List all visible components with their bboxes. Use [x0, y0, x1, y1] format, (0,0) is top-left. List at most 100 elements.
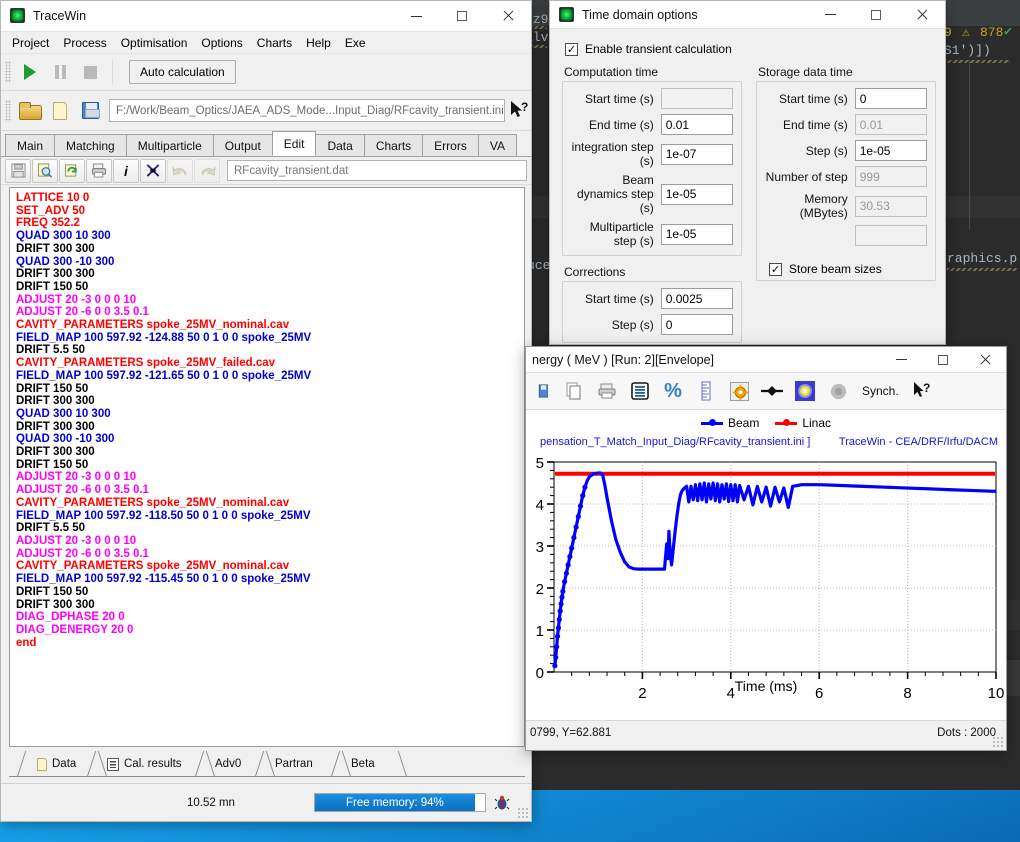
code-line[interactable]: ADJUST 20 -3 0 0 0 10 [16, 294, 524, 307]
enable-transient-checkbox[interactable]: ✓ [565, 43, 578, 56]
code-line[interactable]: DRIFT 300 300 [16, 243, 524, 256]
menu-item-optimisation[interactable]: Optimisation [114, 33, 195, 53]
synch-label[interactable]: Synch. [862, 384, 899, 398]
close-graph-icon[interactable] [140, 159, 166, 183]
code-line[interactable]: FIELD_MAP 100 597.92 -124.88 50 0 1 0 0 … [16, 332, 524, 345]
code-line[interactable]: DRIFT 150 50 [16, 281, 524, 294]
code-line[interactable]: FIELD_MAP 100 597.92 -118.50 50 0 1 0 0 … [16, 510, 524, 523]
tab-edit[interactable]: Edit [272, 131, 317, 156]
file-tab-adv0[interactable]: Adv0 [209, 751, 261, 777]
code-line[interactable]: ADJUST 20 -3 0 0 0 10 [16, 535, 524, 548]
grey-spot-icon[interactable] [825, 378, 851, 404]
code-line[interactable]: CAVITY_PARAMETERS spoke_25MV_failed.cav [16, 357, 524, 370]
menu-item-process[interactable]: Process [56, 33, 113, 53]
menu-item-options[interactable]: Options [194, 33, 249, 53]
ruler-icon[interactable] [693, 378, 719, 404]
time-domain-titlebar[interactable]: Time domain options [550, 1, 945, 29]
tab-output[interactable]: Output [213, 134, 273, 156]
store-beam-sizes-row[interactable]: ✓ Store beam sizes [769, 262, 927, 276]
field-input[interactable]: 0 [855, 88, 927, 109]
file-tab-cal-results[interactable]: Cal. results [101, 751, 201, 777]
code-line[interactable]: end [16, 637, 524, 650]
code-line[interactable]: DIAG_DPHASE 20 0 [16, 611, 524, 624]
menu-item-help[interactable]: Help [299, 33, 338, 53]
code-line[interactable]: QUAD 300 -10 300 [16, 433, 524, 446]
code-line[interactable]: CAVITY_PARAMETERS spoke_25MV_nominal.cav [16, 319, 524, 332]
project-path-field[interactable]: F:/Work/Beam_Optics/JAEA_ADS_Mode...Inpu… [109, 99, 505, 122]
maximize-button[interactable] [439, 1, 485, 32]
tab-data[interactable]: Data [315, 134, 364, 156]
resize-grip[interactable] [517, 807, 529, 819]
copy-chart-icon[interactable] [561, 378, 587, 404]
time-domain-options-dialog[interactable]: Time domain options ✓ Enable transient c… [549, 0, 946, 345]
code-line[interactable]: FIELD_MAP 100 597.92 -115.45 50 0 1 0 0 … [16, 573, 524, 586]
tab-main[interactable]: Main [5, 134, 55, 156]
field-input[interactable]: 1e-07 [661, 144, 733, 165]
code-line[interactable]: DRIFT 300 300 [16, 599, 524, 612]
maximize-button[interactable] [853, 0, 899, 30]
code-line[interactable]: DRIFT 300 300 [16, 446, 524, 459]
run-button[interactable] [15, 58, 45, 86]
close-button[interactable] [485, 1, 531, 32]
store-beam-sizes-checkbox[interactable]: ✓ [769, 263, 782, 276]
print-icon[interactable] [86, 159, 112, 183]
print-chart-icon[interactable] [594, 378, 620, 404]
debug-bug-icon[interactable] [493, 794, 511, 812]
code-line[interactable]: QUAD 300 10 300 [16, 408, 524, 421]
field-input[interactable]: 0.0025 [661, 288, 733, 309]
minimize-button[interactable] [393, 1, 439, 32]
field-input[interactable]: 1e-05 [855, 140, 927, 161]
enable-transient-row[interactable]: ✓ Enable transient calculation [565, 42, 933, 56]
menu-bar[interactable]: Project Process Optimisation Options Cha… [1, 32, 531, 54]
refresh-icon[interactable] [59, 159, 85, 183]
code-line[interactable]: FIELD_MAP 100 597.92 -121.65 50 0 1 0 0 … [16, 370, 524, 383]
code-line[interactable]: DRIFT 300 300 [16, 268, 524, 281]
envelope-chart-window[interactable]: nergy ( MeV ) [Run: 2][Envelope] [525, 346, 1007, 751]
field-input[interactable] [855, 225, 927, 246]
save-chart-icon[interactable] [528, 378, 554, 404]
undo-icon[interactable] [167, 159, 193, 183]
percent-icon[interactable]: % [660, 378, 686, 404]
file-tab-bar[interactable]: Data Cal. results Adv0 Partran Beta [9, 749, 525, 779]
tab-va[interactable]: VA [478, 134, 517, 156]
save-project-icon[interactable] [75, 97, 105, 125]
editor-filename-field[interactable]: RFcavity_transient.dat [227, 160, 527, 181]
code-line[interactable]: DRIFT 5.5 50 [16, 344, 524, 357]
code-line[interactable]: DRIFT 300 300 [16, 395, 524, 408]
new-project-icon[interactable] [45, 97, 75, 125]
file-tab-beta[interactable]: Beta [345, 751, 393, 777]
save-file-icon[interactable] [5, 159, 31, 183]
file-tab-data[interactable]: Data [31, 751, 93, 777]
minimize-button[interactable] [807, 0, 853, 30]
code-line[interactable]: ADJUST 20 -6 0 0 3.5 0.1 [16, 306, 524, 319]
settings-gear-icon[interactable] [726, 378, 752, 404]
minimize-button[interactable] [880, 347, 922, 373]
code-line[interactable]: DRIFT 150 50 [16, 586, 524, 599]
open-project-icon[interactable] [15, 97, 45, 125]
code-line[interactable]: SET_ADV 50 [16, 205, 524, 218]
file-tab-partran[interactable]: Partran [269, 751, 337, 777]
density-plot-icon[interactable] [792, 378, 818, 404]
tab-errors[interactable]: Errors [422, 134, 479, 156]
data-table-icon[interactable] [627, 378, 653, 404]
code-line[interactable]: DRIFT 150 50 [16, 459, 524, 472]
code-line[interactable]: QUAD 300 10 300 [16, 230, 524, 243]
chart-plot-area[interactable]: Beam Linac pensation_T_Match_Input_Diag/… [526, 410, 1006, 720]
tab-matching[interactable]: Matching [54, 134, 127, 156]
print-preview-icon[interactable] [32, 159, 58, 183]
code-line[interactable]: DRIFT 150 50 [16, 383, 524, 396]
main-tab-bar[interactable]: Main Matching Multiparticle Output Edit … [1, 131, 531, 157]
resize-grip[interactable] [992, 736, 1004, 748]
menu-item-exe[interactable]: Exe [338, 33, 373, 53]
code-line[interactable]: ADJUST 20 -6 0 0 3.5 0.1 [16, 548, 524, 561]
dot-marker-icon[interactable] [759, 378, 785, 404]
stop-button[interactable] [75, 58, 105, 86]
menu-item-charts[interactable]: Charts [250, 33, 299, 53]
auto-calculation-button[interactable]: Auto calculation [129, 60, 236, 84]
code-line[interactable]: ADJUST 20 -6 0 0 3.5 0.1 [16, 484, 524, 497]
field-input[interactable]: 0 [661, 314, 733, 335]
code-line[interactable]: DRIFT 300 300 [16, 421, 524, 434]
chart-context-help-icon[interactable]: ? [910, 378, 936, 404]
field-input[interactable]: 0.01 [661, 114, 733, 135]
field-input[interactable]: 1e-05 [661, 224, 733, 245]
